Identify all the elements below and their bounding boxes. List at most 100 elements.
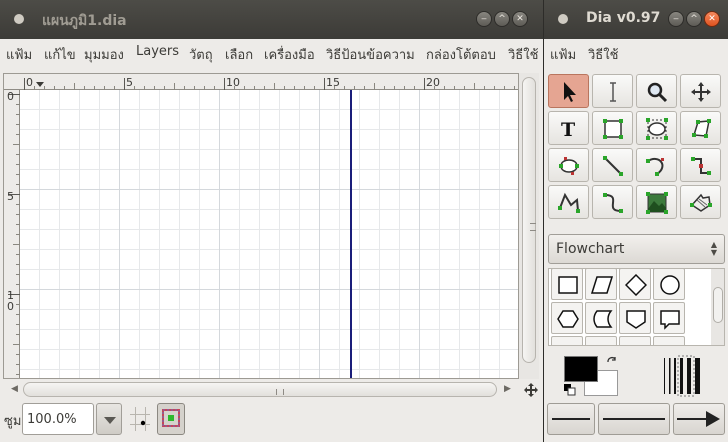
menu-view[interactable]: มุมมอง <box>84 44 124 65</box>
stored-data-shape-icon <box>593 310 613 328</box>
line-style-button[interactable] <box>598 403 670 435</box>
parallelogram-shape-icon <box>591 276 613 294</box>
ruler-label: 0 <box>7 90 14 103</box>
shape-more[interactable] <box>653 336 685 345</box>
minimize-icon[interactable]: ‒ <box>476 11 492 27</box>
snap-to-object-toggle[interactable] <box>157 403 185 435</box>
toolbox-menubar: แฟ้ม วิธีใช้ <box>544 39 728 66</box>
tool-bezier-line[interactable] <box>592 185 633 219</box>
shape-palette-scrollbar[interactable] <box>711 269 724 345</box>
default-colors-icon[interactable] <box>564 384 576 396</box>
sheet-selector[interactable]: Flowchart ▲ ▼ <box>548 234 725 264</box>
shape-document[interactable] <box>653 302 685 334</box>
snap-to-grid-toggle[interactable] <box>126 403 154 435</box>
tool-text-edit[interactable] <box>592 74 633 108</box>
shape-data[interactable] <box>585 269 617 300</box>
tool-zigzag-line[interactable] <box>680 148 721 182</box>
foreground-color-swatch[interactable] <box>564 356 598 382</box>
shape-process[interactable] <box>551 269 583 300</box>
tool-box[interactable] <box>592 111 633 145</box>
tool-arc[interactable] <box>636 148 677 182</box>
shape-palette <box>548 268 725 346</box>
menu-layers[interactable]: Layers <box>136 44 179 59</box>
horizontal-scroll-thumb[interactable] <box>23 382 497 397</box>
tool-scroll[interactable] <box>680 74 721 108</box>
rectangle-shape-icon <box>558 276 578 294</box>
window-menu-icon[interactable] <box>14 14 24 24</box>
line-width-icon <box>664 355 700 397</box>
menu-select[interactable]: เลือก <box>225 44 253 65</box>
box-icon <box>603 119 623 139</box>
zigzag-icon <box>691 157 711 175</box>
tool-pointer[interactable] <box>548 74 589 108</box>
shape-more[interactable] <box>551 336 583 345</box>
diagram-grid[interactable] <box>20 90 518 378</box>
shape-more[interactable] <box>585 336 617 345</box>
navigation-move-icon[interactable] <box>524 383 538 397</box>
close-icon[interactable]: ✕ <box>512 11 528 27</box>
line-width-selector[interactable] <box>658 354 708 398</box>
shape-offpage[interactable] <box>619 302 651 334</box>
diagram-canvas-area[interactable]: 0 5 10 15 20 0 5 10 <box>3 73 519 379</box>
horizontal-scrollbar[interactable]: ◀ ▶ <box>3 380 539 400</box>
menu-help[interactable]: วิธีใช้ <box>588 44 618 65</box>
close-icon[interactable]: ✕ <box>704 11 720 27</box>
shape-preparation[interactable] <box>551 302 583 334</box>
vertical-scroll-thumb[interactable] <box>522 77 536 363</box>
toolbox-titlebar[interactable]: Dia v0.97 ‒ ^ ✕ <box>544 0 728 39</box>
menu-file[interactable]: แฟ้ม <box>550 44 576 65</box>
swap-colors-icon[interactable] <box>606 356 618 368</box>
menu-input-methods[interactable]: วิธีป้อนข้อความ <box>326 44 415 65</box>
zoom-dropdown-button[interactable] <box>96 403 122 435</box>
maximize-icon[interactable]: ^ <box>686 11 702 27</box>
snap-grid-icon <box>130 407 150 431</box>
menu-dialogs[interactable]: กล่องโต้ตอบ <box>426 44 496 65</box>
tool-magnify[interactable] <box>636 74 677 108</box>
diagram-titlebar[interactable]: แผนภูมิ1.dia ‒ ^ ✕ <box>0 0 543 39</box>
bezier-icon <box>603 193 623 213</box>
tool-line[interactable] <box>592 148 633 182</box>
vertical-scrollbar[interactable] <box>519 73 539 379</box>
menu-edit[interactable]: แก้ไข <box>44 44 76 65</box>
start-arrow-button[interactable] <box>547 403 595 435</box>
status-bar: ซูม <box>0 401 543 442</box>
maximize-icon[interactable]: ^ <box>494 11 510 27</box>
diagram-window-title: แผนภูมิ1.dia <box>42 13 127 29</box>
tool-outline[interactable] <box>680 185 721 219</box>
preparation-shape-icon <box>557 310 579 328</box>
menu-help[interactable]: วิธีใช้ <box>508 44 538 65</box>
diagram-menubar: แฟ้ม แก้ไข มุมมอง Layers วัตถุ เลือก เคร… <box>0 39 543 66</box>
offpage-shape-icon <box>626 310 646 329</box>
tool-text[interactable]: T <box>548 111 589 145</box>
shape-stored-data[interactable] <box>585 302 617 334</box>
menu-objects[interactable]: วัตถุ <box>189 44 213 65</box>
tool-polyline[interactable] <box>548 185 589 219</box>
tool-ellipse[interactable] <box>636 111 677 145</box>
scroll-left-icon[interactable]: ◀ <box>11 384 18 394</box>
svg-text:T: T <box>561 119 575 141</box>
menu-tools[interactable]: เครื่องมือ <box>264 44 315 65</box>
ruler-label: 10 <box>226 76 240 89</box>
shape-connector[interactable] <box>653 269 685 300</box>
page-break-line <box>350 90 352 378</box>
tool-beziergon[interactable] <box>548 148 589 182</box>
diagram-window: แผนภูมิ1.dia ‒ ^ ✕ แฟ้ม แก้ไข มุมมอง Lay… <box>0 0 543 442</box>
end-arrow-button[interactable] <box>673 403 725 435</box>
shape-scroll-thumb[interactable] <box>713 287 723 323</box>
zoom-input[interactable] <box>22 403 94 435</box>
beziergon-icon <box>559 157 579 175</box>
shape-decision[interactable] <box>619 269 651 300</box>
outline-icon <box>690 193 712 212</box>
window-menu-icon[interactable] <box>558 14 568 24</box>
minimize-icon[interactable]: ‒ <box>668 11 684 27</box>
sheet-selected-label: Flowchart <box>556 241 625 257</box>
horizontal-ruler: 0 5 10 15 20 <box>4 74 518 90</box>
color-selector[interactable] <box>562 354 622 398</box>
tool-image[interactable] <box>636 185 677 219</box>
tool-polygon[interactable] <box>680 111 721 145</box>
ellipse-shape-icon <box>660 275 680 295</box>
shape-more[interactable] <box>619 336 651 345</box>
arc-icon <box>646 157 664 176</box>
scroll-right-icon[interactable]: ▶ <box>504 384 511 394</box>
menu-file[interactable]: แฟ้ม <box>6 44 32 65</box>
